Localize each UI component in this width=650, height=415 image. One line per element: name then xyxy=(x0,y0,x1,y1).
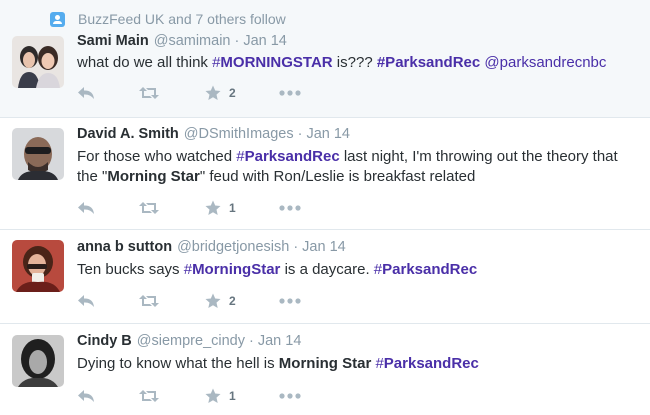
highlighted-term: Morning Star xyxy=(278,355,372,372)
hashtag-link[interactable]: #ParksandRec xyxy=(377,54,480,71)
text-segment: " feud with Ron/Leslie is breakfast rela… xyxy=(199,168,476,185)
username[interactable]: @DSmithImages xyxy=(184,126,294,142)
fullname[interactable]: David A. Smith xyxy=(77,126,179,142)
more-button[interactable] xyxy=(279,387,301,405)
tweet-header: Cindy B @siempre_cindy · Jan 14 xyxy=(77,333,301,353)
fullname[interactable]: Cindy B xyxy=(77,333,132,349)
reply-button[interactable] xyxy=(77,84,95,102)
reply-icon xyxy=(78,295,94,307)
retweet-button[interactable] xyxy=(138,199,160,217)
timestamp[interactable]: Jan 14 xyxy=(302,239,346,255)
hashtag-link[interactable]: MORNINGSTAR xyxy=(220,54,332,71)
favorite-count: 1 xyxy=(229,389,236,403)
hashtag-symbol[interactable]: # xyxy=(374,261,382,278)
tweet-text: Dying to know what the hell is Morning S… xyxy=(77,354,637,374)
more-dots-icon xyxy=(279,298,301,304)
retweet-button[interactable] xyxy=(138,292,160,310)
tweet-header: anna b sutton @bridgetjonesish · Jan 14 xyxy=(77,239,346,259)
favorite-star-icon xyxy=(205,85,221,100)
separator-dot: · xyxy=(293,239,299,255)
retweet-icon xyxy=(139,87,159,99)
mention-link[interactable]: @parksandrecnbc xyxy=(484,54,606,71)
text-segment: For those who watched xyxy=(77,148,237,165)
tweet-text: For those who watched #ParksandRec last … xyxy=(77,147,637,187)
tweet-text: Ten bucks says #MorningStar is a daycare… xyxy=(77,260,637,280)
favorite-button[interactable]: 2 xyxy=(205,84,236,102)
avatar[interactable] xyxy=(12,335,64,387)
more-button[interactable] xyxy=(279,292,301,310)
retweet-icon xyxy=(139,202,159,214)
hashtag-link[interactable]: ParksandRec xyxy=(382,261,477,278)
reply-button[interactable] xyxy=(77,387,95,405)
tweet[interactable]: anna b sutton @bridgetjonesish · Jan 14 … xyxy=(0,230,650,324)
favorite-star-icon xyxy=(205,293,221,308)
tweet[interactable]: Cindy B @siempre_cindy · Jan 14 Dying to… xyxy=(0,324,650,415)
tweet-actions: 1 xyxy=(77,199,317,217)
favorite-button[interactable]: 1 xyxy=(205,387,236,405)
username[interactable]: @siempre_cindy xyxy=(137,333,245,349)
retweet-icon xyxy=(139,390,159,402)
favorite-button[interactable]: 1 xyxy=(205,199,236,217)
separator-dot: · xyxy=(297,126,303,142)
favorite-star-icon xyxy=(205,200,221,215)
tweet-actions: 2 xyxy=(77,292,317,310)
reply-icon xyxy=(78,87,94,99)
reply-icon xyxy=(78,390,94,402)
avatar[interactable] xyxy=(12,128,64,180)
favorite-button[interactable]: 2 xyxy=(205,292,236,310)
tweet[interactable]: BuzzFeed UK and 7 others follow Sami Mai… xyxy=(0,0,650,118)
text-segment: is a daycare. xyxy=(280,261,374,278)
favorite-star-icon xyxy=(205,388,221,403)
highlighted-term: Morning Star xyxy=(107,168,200,185)
hashtag-link[interactable]: MorningStar xyxy=(192,261,280,278)
text-segment: Dying to know what the hell is xyxy=(77,355,279,372)
tweet-actions: 2 xyxy=(77,84,317,102)
social-context-text: BuzzFeed UK and 7 others follow xyxy=(78,11,286,27)
text-segment: is??? xyxy=(332,54,377,71)
favorite-count: 2 xyxy=(229,294,236,308)
person-follow-icon xyxy=(50,11,65,27)
hashtag-link[interactable]: ParksandRec xyxy=(384,355,479,372)
favorite-count: 1 xyxy=(229,201,236,215)
timestamp[interactable]: Jan 14 xyxy=(306,126,350,142)
hashtag-symbol[interactable]: # xyxy=(184,261,192,278)
username[interactable]: @samimain xyxy=(154,33,231,49)
timestamp[interactable]: Jan 14 xyxy=(258,333,302,349)
social-context: BuzzFeed UK and 7 others follow xyxy=(50,10,286,28)
reply-button[interactable] xyxy=(77,292,95,310)
tweet-header: David A. Smith @DSmithImages · Jan 14 xyxy=(77,126,350,146)
more-button[interactable] xyxy=(279,199,301,217)
retweet-button[interactable] xyxy=(138,84,160,102)
retweet-button[interactable] xyxy=(138,387,160,405)
reply-icon xyxy=(78,202,94,214)
hashtag-link[interactable]: ParksandRec xyxy=(245,148,340,165)
tweet-actions: 1 xyxy=(77,387,317,405)
timestamp[interactable]: Jan 14 xyxy=(243,33,287,49)
separator-dot: · xyxy=(234,33,240,49)
hashtag-symbol[interactable]: # xyxy=(375,355,383,372)
text-segment: Ten bucks says xyxy=(77,261,184,278)
fullname[interactable]: Sami Main xyxy=(77,33,149,49)
retweet-icon xyxy=(139,295,159,307)
avatar[interactable] xyxy=(12,240,64,292)
tweet-text: what do we all think #MORNINGSTAR is??? … xyxy=(77,53,637,73)
text-segment: what do we all think xyxy=(77,54,213,71)
separator-dot: · xyxy=(249,333,254,349)
favorite-count: 2 xyxy=(229,86,236,100)
reply-button[interactable] xyxy=(77,199,95,217)
more-dots-icon xyxy=(279,90,301,96)
tweet-header: Sami Main @samimain · Jan 14 xyxy=(77,33,287,53)
username[interactable]: @bridgetjonesish xyxy=(177,239,289,255)
fullname[interactable]: anna b sutton xyxy=(77,239,172,255)
avatar[interactable] xyxy=(12,36,64,88)
more-dots-icon xyxy=(279,393,301,399)
more-button[interactable] xyxy=(279,84,301,102)
hashtag-symbol[interactable]: # xyxy=(236,148,244,165)
tweet[interactable]: David A. Smith @DSmithImages · Jan 14 Fo… xyxy=(0,118,650,230)
more-dots-icon xyxy=(279,205,301,211)
